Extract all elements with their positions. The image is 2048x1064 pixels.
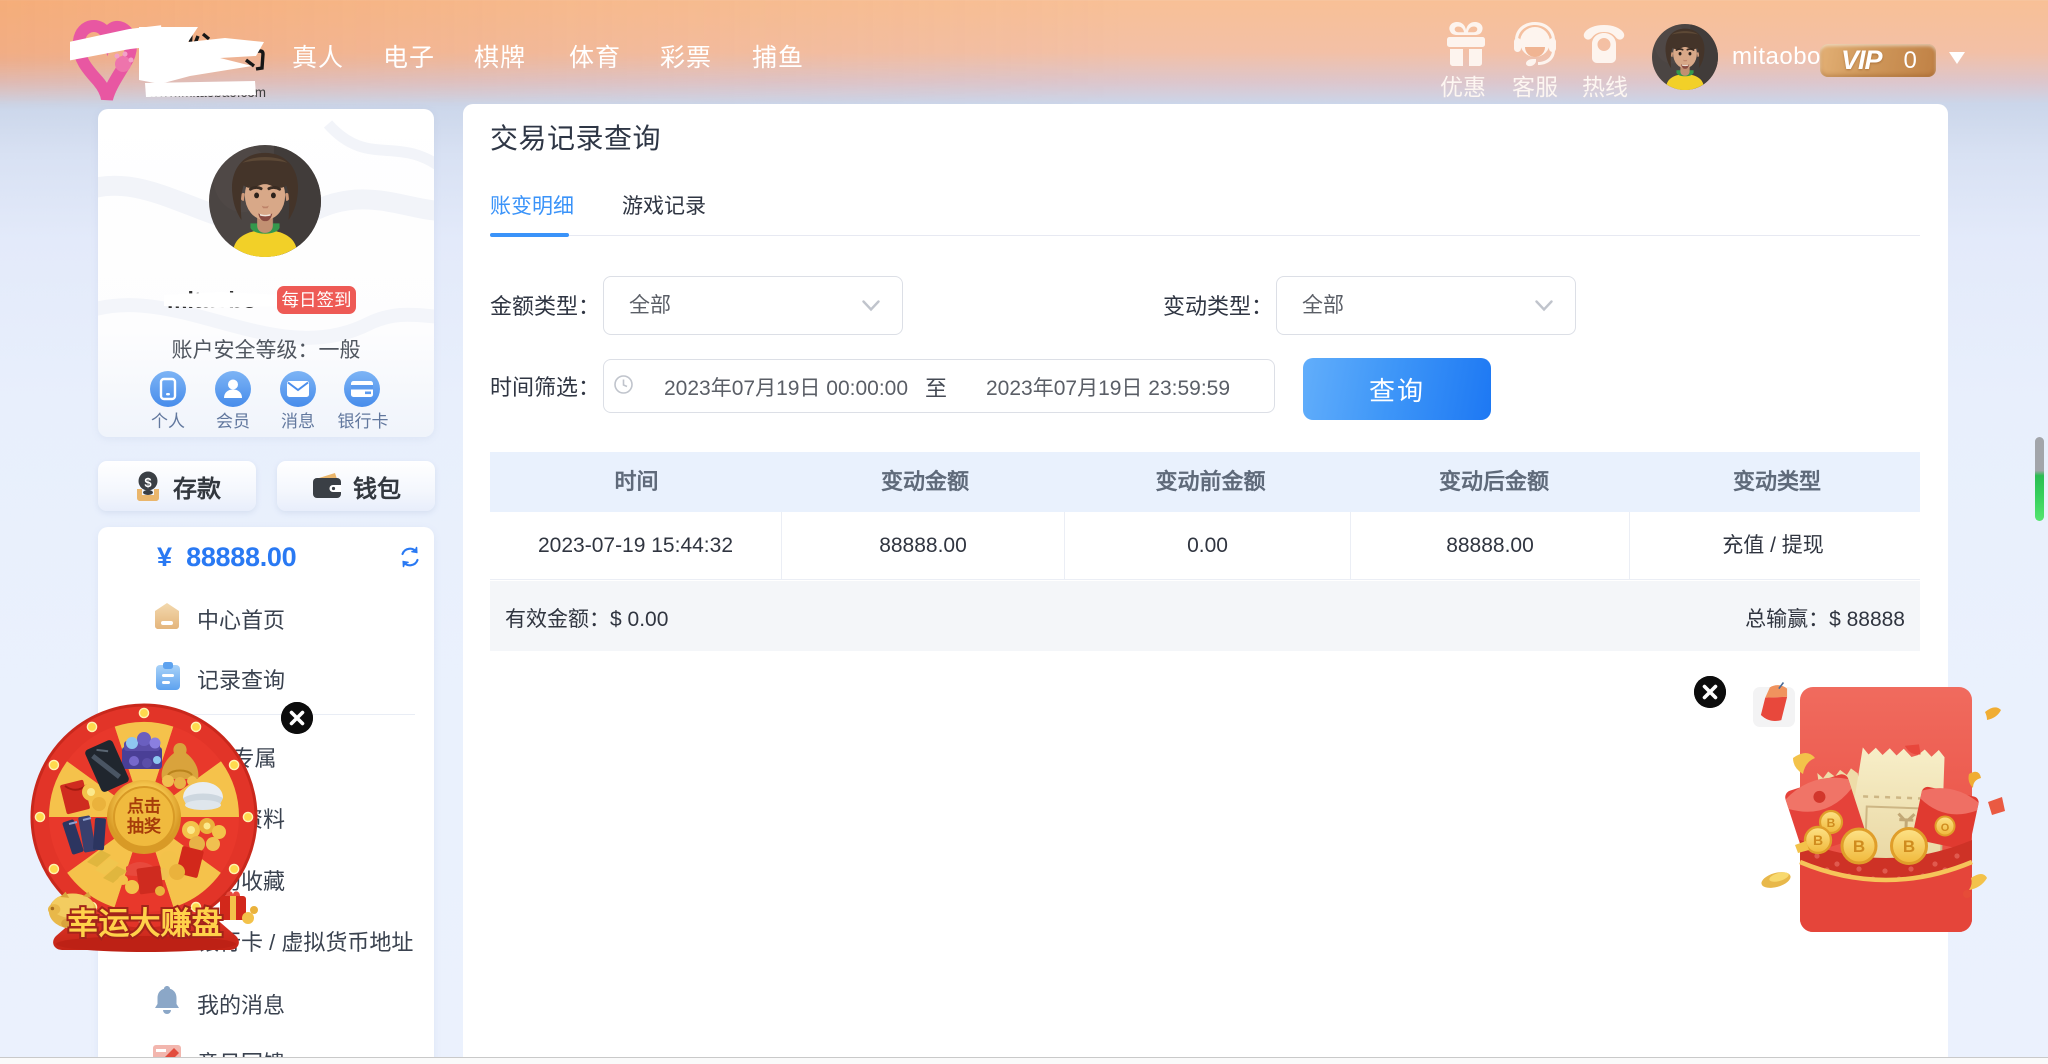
svg-text:$: $	[144, 475, 152, 490]
svg-text:O: O	[1941, 822, 1950, 834]
svg-text:点击: 点击	[127, 796, 161, 816]
svg-text:B: B	[1903, 837, 1915, 856]
svg-text:抽奖: 抽奖	[127, 816, 162, 836]
svg-text:幸运大赚盘: 幸运大赚盘	[68, 906, 223, 941]
svg-text:B: B	[1827, 816, 1836, 830]
svg-text:B: B	[1813, 832, 1823, 848]
svg-text:B: B	[1853, 837, 1865, 856]
